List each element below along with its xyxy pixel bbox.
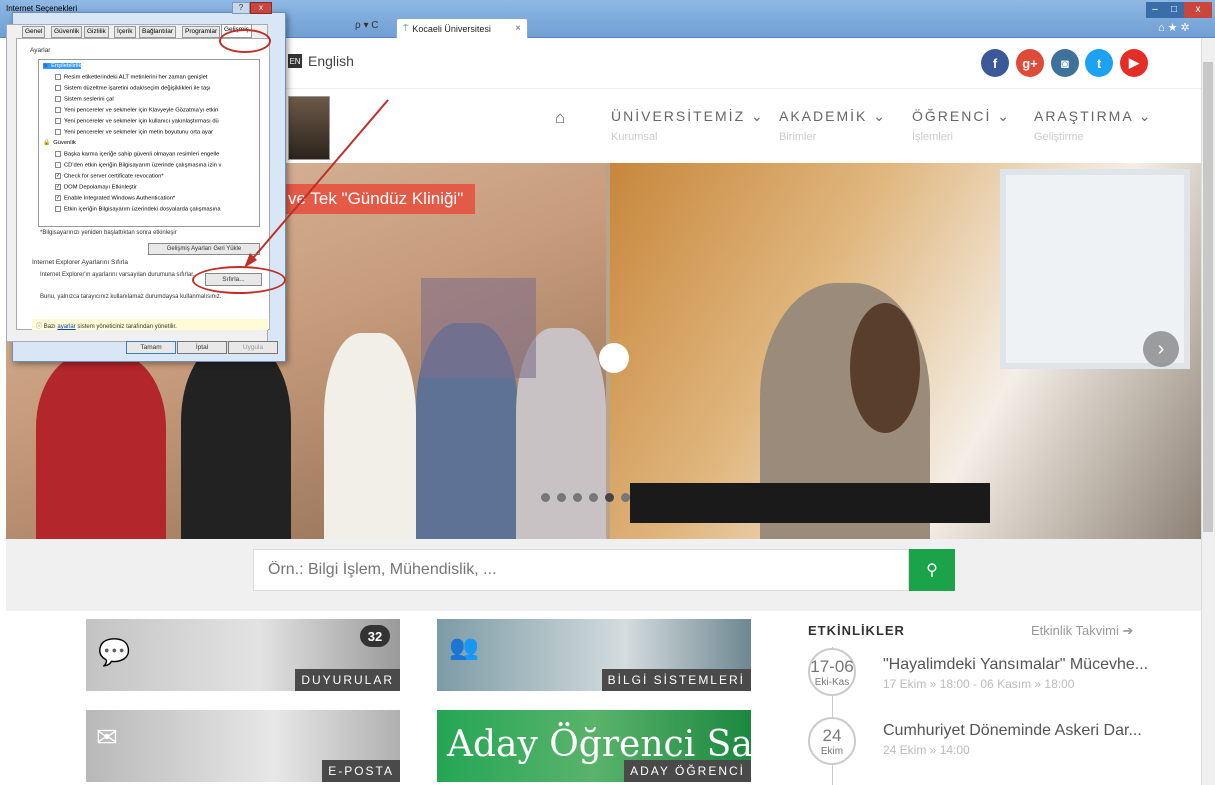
annotation-arrow	[244, 99, 389, 268]
